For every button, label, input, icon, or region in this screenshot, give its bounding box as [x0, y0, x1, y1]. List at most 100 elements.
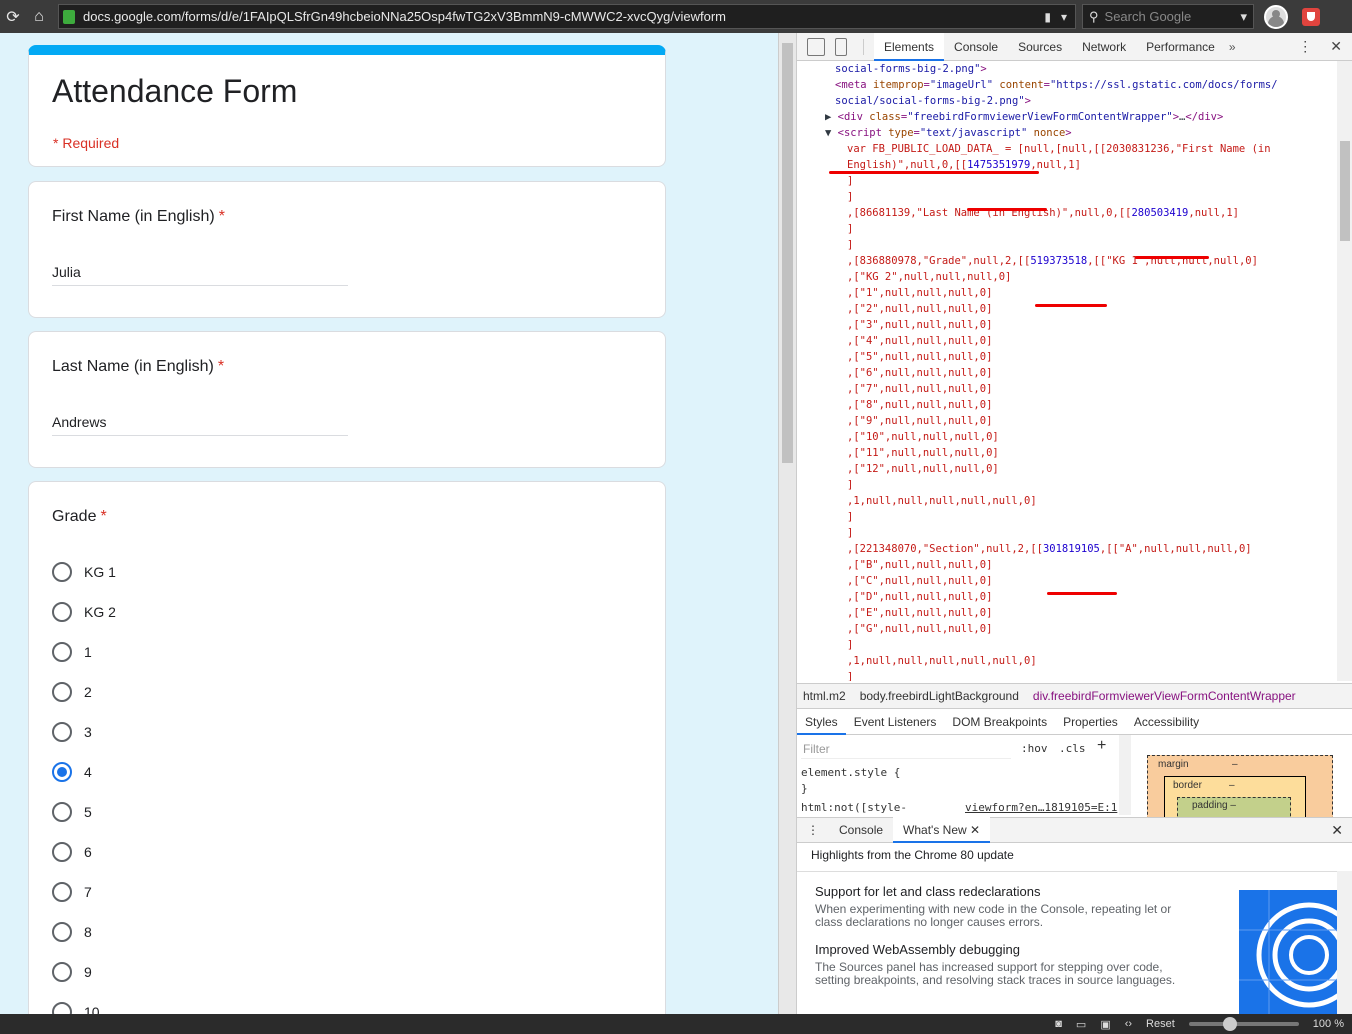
drawer-menu-icon[interactable]: ⋮ [797, 817, 829, 843]
dom-tree-line[interactable]: ,[221348070,"Section",null,2,[[301819105… [797, 541, 1337, 557]
window-icon[interactable]: ▭ [1076, 1018, 1086, 1031]
radio-button[interactable] [52, 802, 72, 822]
dom-tree-line[interactable]: ,["5",null,null,null,0] [797, 349, 1337, 365]
search-dropdown-icon[interactable]: ▾ [1240, 9, 1247, 25]
dom-tree-line[interactable]: ,["C",null,null,null,0] [797, 573, 1337, 589]
tab-accessibility[interactable]: Accessibility [1126, 709, 1207, 735]
dom-tree-line[interactable]: ▼ <script type="text/javascript" nonce> [797, 125, 1337, 141]
dom-tree-line[interactable]: ,[836880978,"Grade",null,2,[[519373518,[… [797, 253, 1337, 269]
last-name-input[interactable]: Andrews [52, 414, 348, 436]
bookmark-icon[interactable]: ▮ [1044, 10, 1051, 24]
radio-option[interactable]: 1 [52, 632, 116, 672]
radio-button[interactable] [52, 1002, 72, 1014]
new-rule-button[interactable]: + [1097, 737, 1106, 755]
tab-console[interactable]: Console [944, 33, 1008, 61]
radio-button[interactable] [52, 762, 72, 782]
close-drawer-icon[interactable]: ✕ [1331, 822, 1352, 839]
dom-tree-line[interactable]: ,["6",null,null,null,0] [797, 365, 1337, 381]
radio-button[interactable] [52, 922, 72, 942]
dom-tree-line[interactable]: ,["8",null,null,null,0] [797, 397, 1337, 413]
tab-styles[interactable]: Styles [797, 709, 846, 735]
url-text[interactable]: docs.google.com/forms/d/e/1FAIpQLSfrGn49… [83, 9, 1044, 24]
radio-option[interactable]: 2 [52, 672, 116, 712]
tab-network[interactable]: Network [1072, 33, 1136, 61]
profile-avatar[interactable] [1264, 4, 1288, 29]
first-name-input[interactable]: Julia [52, 264, 348, 286]
dom-tree-line[interactable]: ,[86681139,"Last Name (in English)",null… [797, 205, 1337, 221]
radio-button[interactable] [52, 562, 72, 582]
dom-tree-line[interactable]: ,["E",null,null,null,0] [797, 605, 1337, 621]
inspect-icon[interactable] [807, 37, 825, 56]
dom-tree-line[interactable]: ] [797, 477, 1337, 493]
news-item[interactable]: Improved WebAssembly debugging The Sourc… [815, 942, 1195, 987]
radio-option[interactable]: 8 [52, 912, 116, 952]
reload-icon[interactable]: ⟳ [0, 4, 26, 30]
dom-tree-line[interactable]: ,["1",null,null,null,0] [797, 285, 1337, 301]
device-toggle-icon[interactable] [835, 37, 847, 56]
zoom-slider[interactable] [1188, 1017, 1299, 1031]
tab-event-listeners[interactable]: Event Listeners [846, 709, 945, 735]
breadcrumb-item[interactable]: html.m2 [803, 689, 846, 703]
image-icon[interactable]: ▣ [1100, 1018, 1110, 1031]
breadcrumb-item[interactable]: body.freebirdLightBackground [860, 689, 1019, 703]
search-box[interactable]: ⚲ Search Google ▾ [1082, 4, 1254, 29]
kebab-menu-icon[interactable]: ⋮ [1298, 38, 1312, 55]
radio-button[interactable] [52, 722, 72, 742]
tab-dom-breakpoints[interactable]: DOM Breakpoints [944, 709, 1055, 735]
drawer-tab-console[interactable]: Console [829, 817, 893, 843]
radio-button[interactable] [52, 962, 72, 982]
dom-tree-line[interactable]: ] [797, 509, 1337, 525]
styles-scrollbar[interactable] [1119, 735, 1131, 815]
radio-option[interactable]: KG 1 [52, 552, 116, 592]
dom-tree-line[interactable]: ,["11",null,null,null,0] [797, 445, 1337, 461]
home-icon[interactable]: ⌂ [26, 4, 52, 30]
radio-option[interactable]: 10 [52, 992, 116, 1014]
zoom-reset-button[interactable]: Reset [1146, 1018, 1175, 1030]
style-rule[interactable]: element.style { } [801, 765, 900, 797]
radio-option[interactable]: KG 2 [52, 592, 116, 632]
screenshot-icon[interactable]: ◙ [1055, 1018, 1062, 1030]
page-scrollbar[interactable] [778, 33, 796, 1014]
radio-button[interactable] [52, 642, 72, 662]
dom-tree-line[interactable]: social-forms-big-2.png"> [797, 61, 1337, 77]
code-icon[interactable]: ‹› [1125, 1018, 1132, 1030]
dom-tree[interactable]: social-forms-big-2.png"> <meta itemprop="… [797, 61, 1337, 681]
radio-option[interactable]: 3 [52, 712, 116, 752]
dom-tree-line[interactable]: ] [797, 237, 1337, 253]
dom-tree-line[interactable]: ,1,null,null,null,null,null,0] [797, 493, 1337, 509]
dom-tree-line[interactable]: ] [797, 173, 1337, 189]
dom-tree-line[interactable]: social/social-forms-big-2.png"> [797, 93, 1337, 109]
radio-option[interactable]: 9 [52, 952, 116, 992]
dom-tree-line[interactable]: ] [797, 525, 1337, 541]
dom-tree-line[interactable]: ,["3",null,null,null,0] [797, 317, 1337, 333]
styles-filter-input[interactable]: Filter [801, 739, 1011, 759]
shield-icon[interactable] [1302, 7, 1320, 26]
tab-elements[interactable]: Elements [874, 32, 945, 61]
dom-tree-line[interactable]: ] [797, 221, 1337, 237]
radio-option[interactable]: 5 [52, 792, 116, 832]
dom-tree-line[interactable]: ,["9",null,null,null,0] [797, 413, 1337, 429]
zoom-slider-knob[interactable] [1222, 1017, 1237, 1031]
drawer-tab-whats-new[interactable]: What's New ✕ [893, 817, 991, 843]
tab-sources[interactable]: Sources [1008, 33, 1072, 61]
dom-tree-line[interactable]: ] [797, 189, 1337, 205]
news-scrollbar[interactable] [1337, 871, 1352, 1014]
dom-tree-line[interactable]: ,["4",null,null,null,0] [797, 333, 1337, 349]
close-icon[interactable]: ✕ [1330, 38, 1342, 55]
dom-tree-line[interactable]: var FB_PUBLIC_LOAD_DATA_ = [null,[null,[… [797, 141, 1337, 157]
dom-tree-line[interactable]: ,["7",null,null,null,0] [797, 381, 1337, 397]
radio-option[interactable]: 6 [52, 832, 116, 872]
news-item[interactable]: Support for let and class redeclarations… [815, 884, 1195, 929]
dom-tree-line[interactable]: ,["G",null,null,null,0] [797, 621, 1337, 637]
more-tabs-icon[interactable]: » [1229, 40, 1236, 54]
tab-performance[interactable]: Performance [1136, 33, 1225, 61]
box-model-margin[interactable]: margin – border – padding – [1147, 755, 1333, 827]
radio-option[interactable]: 7 [52, 872, 116, 912]
cls-toggle[interactable]: .cls [1059, 742, 1086, 755]
scrollbar-thumb[interactable] [1340, 141, 1350, 241]
radio-option[interactable]: 4 [52, 752, 116, 792]
radio-button[interactable] [52, 882, 72, 902]
dom-tree-line[interactable]: ] [797, 669, 1337, 681]
style-rule[interactable]: html:not([style- viewform?en…1819105=E:1 [801, 801, 1121, 814]
dropdown-icon[interactable]: ▾ [1061, 10, 1067, 24]
